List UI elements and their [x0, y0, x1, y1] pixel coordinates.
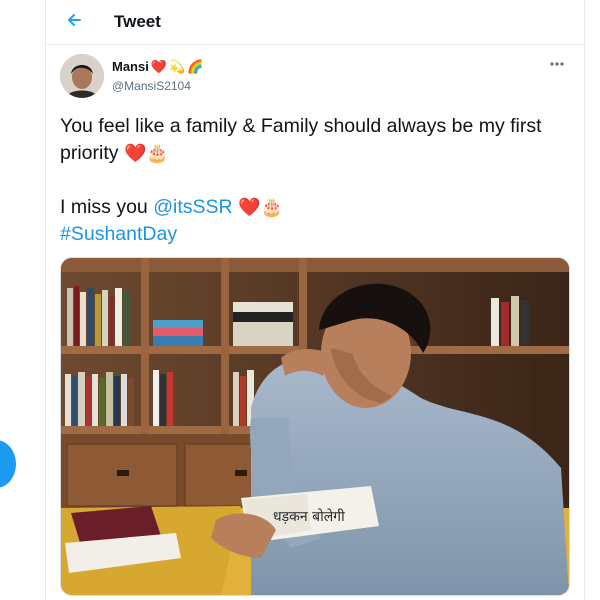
more-horizontal-icon	[549, 54, 565, 72]
page-header: Tweet	[46, 0, 584, 45]
more-options-button[interactable]	[546, 56, 568, 70]
red-heart-emoji: ❤️	[123, 143, 147, 163]
tweet-author-row: Mansi ❤️ 💫 🌈 @MansiS2104	[60, 54, 570, 102]
tweet-line-2: I miss you @itsSSR ❤️🎂	[60, 194, 580, 221]
tweet-line-1: You feel like a family & Family should a…	[60, 113, 580, 167]
dizzy-star-emoji: 💫	[169, 58, 186, 74]
back-arrow-icon	[66, 12, 82, 33]
display-name-text: Mansi	[112, 59, 149, 74]
tweet-photo-image: धड़कन बोलेगी	[61, 258, 569, 595]
compose-tweet-button[interactable]	[0, 440, 16, 488]
red-heart-emoji: ❤️	[238, 197, 261, 217]
page-title: Tweet	[114, 12, 161, 31]
user-handle[interactable]: @MansiS2104	[112, 79, 203, 93]
mention-link[interactable]: @itsSSR	[153, 196, 232, 218]
back-button[interactable]	[60, 8, 88, 36]
photo-book-text: धड़कन बोलेगी	[273, 508, 345, 525]
tweet-line-3: #SushantDay	[60, 221, 580, 248]
tweet-line-2-text: I miss you	[60, 196, 148, 218]
rainbow-emoji: 🌈	[187, 58, 204, 74]
display-name[interactable]: Mansi ❤️ 💫 🌈	[112, 59, 203, 74]
tweet-photo[interactable]: धड़कन बोलेगी	[60, 257, 570, 596]
hashtag-link[interactable]: #SushantDay	[60, 223, 177, 245]
avatar[interactable]	[60, 54, 104, 98]
birthday-cake-emoji: 🎂	[260, 197, 283, 217]
user-info: Mansi ❤️ 💫 🌈 @MansiS2104	[112, 59, 203, 93]
tweet-text: You feel like a family & Family should a…	[60, 113, 580, 248]
red-heart-emoji: ❤️	[150, 58, 168, 74]
birthday-cake-emoji: 🎂	[146, 143, 169, 163]
